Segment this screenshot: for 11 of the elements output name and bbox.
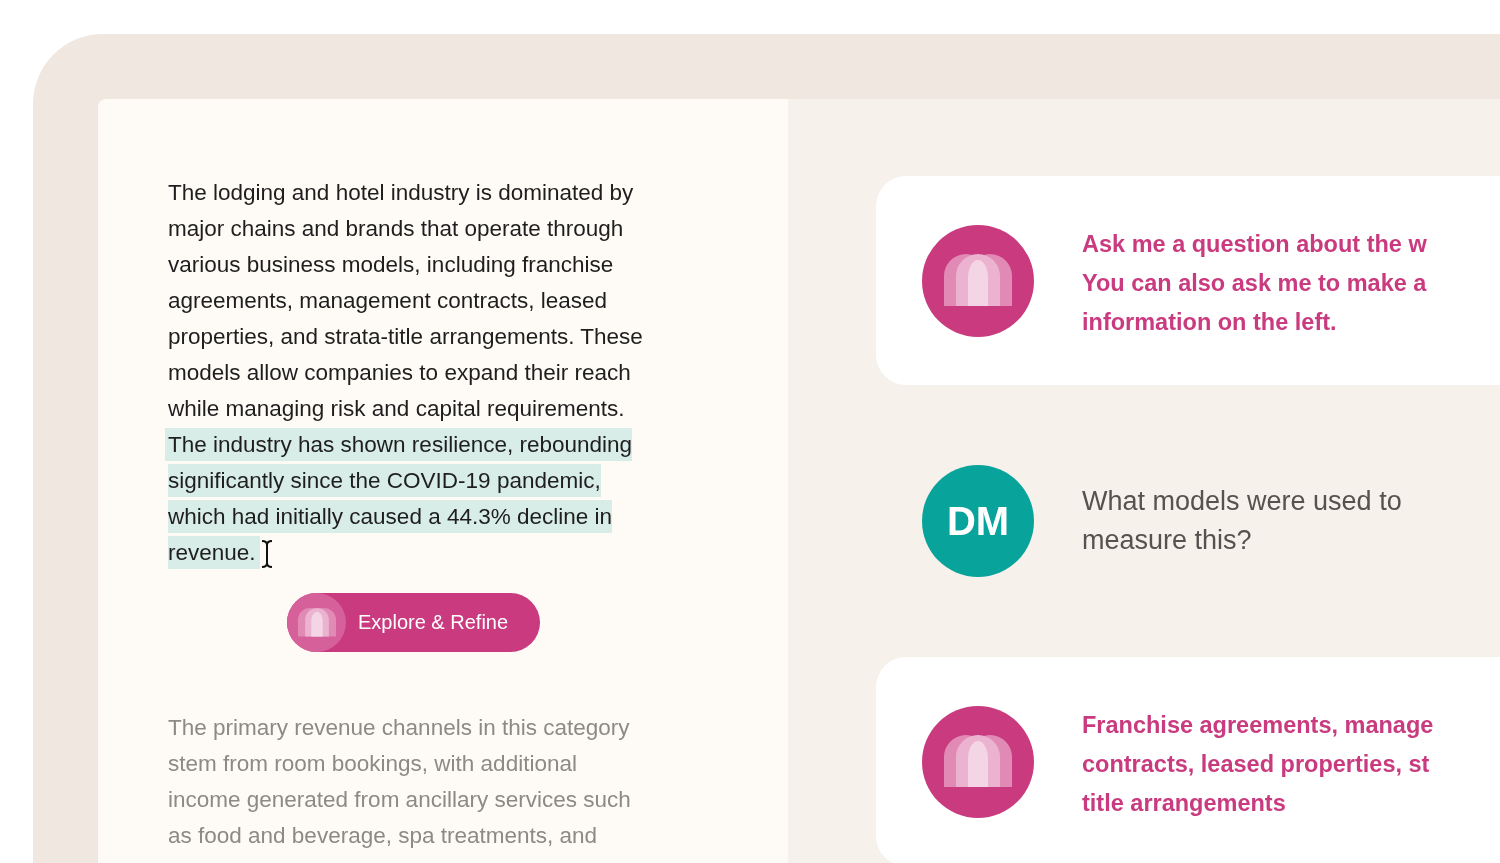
document-paragraph: The lodging and hotel industry is dominated by major chains and brands that operate through various business models, including franchise agreements, management contracts, leased properties, and strata-title arrangements. These models allow companies to expand their reach while managing risk and capital requirements. The industry has shown resilience, rebounding significantly since the COVID-19 pandemic, which had initially caused a 44.3% decline in revenue. xyxy=(168,175,748,571)
assistant-message: Ask me a question about the w You can also ask me to make a information on the left. xyxy=(1082,230,1427,337)
user-message: What models were used to measure this? xyxy=(1082,485,1402,557)
arches-icon xyxy=(297,608,336,637)
text-cursor-icon xyxy=(260,539,274,569)
document-paragraph: The primary revenue channels in this category stem from room bookings, with additional income generated from ancillary services such as food and beverage, spa treatments, and xyxy=(168,714,632,850)
user-avatar: DM xyxy=(922,465,1034,577)
logo-icon xyxy=(922,706,1034,818)
logo-icon xyxy=(922,225,1034,337)
assistant-message: Franchise agreements, manage contracts, leased properties, st title arrangements xyxy=(1082,711,1434,818)
explore-refine-button[interactable]: Explore & Refine xyxy=(287,593,541,652)
